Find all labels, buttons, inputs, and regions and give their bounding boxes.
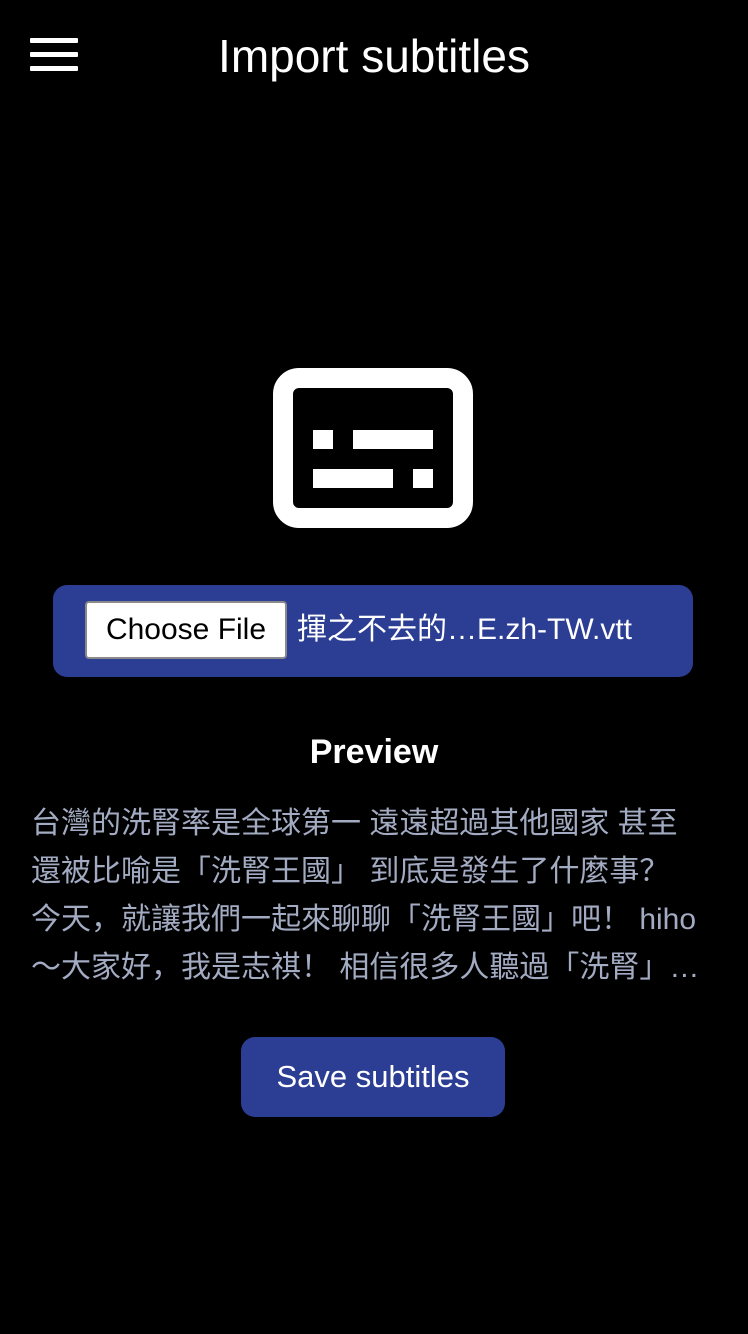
selected-file-name: 揮之不去的…E.zh-TW.vtt <box>297 613 633 646</box>
app-header: Import subtitles <box>0 0 748 112</box>
save-subtitles-button[interactable]: Save subtitles <box>241 1037 505 1117</box>
subtitles-icon <box>273 368 473 528</box>
file-picker: Choose File 揮之不去的…E.zh-TW.vtt <box>53 585 693 677</box>
preview-heading: Preview <box>309 733 439 771</box>
page-title: Import subtitles <box>218 30 530 82</box>
app-root: Import subtitles Choose File 揮之不去的…E.zh-… <box>0 0 748 1334</box>
subtitle-preview-text: 台灣的洗腎率是全球第一 遠遠超過其他國家 甚至還被比喻是「洗腎王國」 到底是發生… <box>31 807 700 984</box>
choose-file-button[interactable]: Choose File <box>85 601 287 659</box>
